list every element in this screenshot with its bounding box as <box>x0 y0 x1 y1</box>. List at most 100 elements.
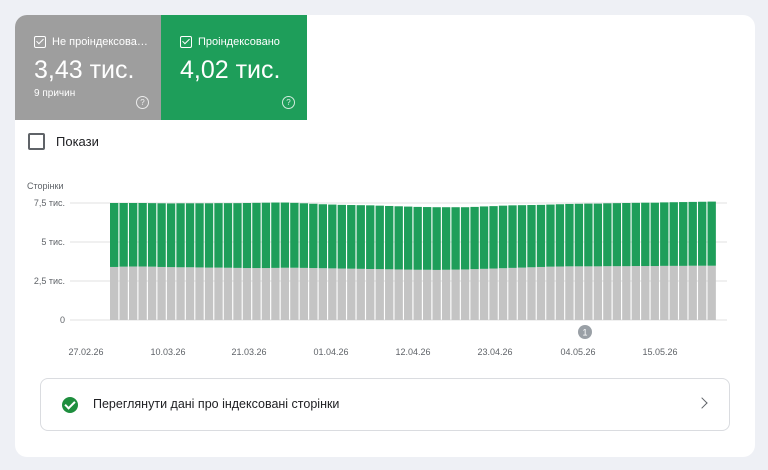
bar-not-indexed <box>422 269 432 320</box>
bar-not-indexed <box>214 267 223 320</box>
bar-indexed <box>271 202 280 268</box>
bar-indexed <box>223 203 233 268</box>
bar-not-indexed <box>698 265 707 320</box>
bar-indexed <box>508 205 517 268</box>
help-icon[interactable]: ? <box>282 96 295 109</box>
x-tick-label: 15.05.26 <box>642 347 677 357</box>
help-icon[interactable]: ? <box>136 96 149 109</box>
bar-not-indexed <box>404 269 413 320</box>
bar-indexed <box>688 201 697 266</box>
bar-not-indexed <box>612 266 622 320</box>
checkbox-checked-icon[interactable] <box>34 36 46 48</box>
indexed-value: 4,02 тис. <box>180 56 281 84</box>
bar-not-indexed <box>318 268 328 320</box>
view-indexed-pages-label: Переглянути дані про індексовані сторінк… <box>93 397 340 411</box>
checkbox-checked-icon[interactable] <box>180 36 192 48</box>
bar-not-indexed <box>508 267 517 320</box>
bar-not-indexed <box>328 268 337 320</box>
indexed-header: Проіндексовано <box>180 36 297 48</box>
bar-indexed <box>536 204 546 267</box>
checkbox-unchecked-icon[interactable] <box>28 133 45 150</box>
view-indexed-pages-link[interactable]: Переглянути дані про індексовані сторінк… <box>40 378 730 431</box>
impressions-label: Покази <box>56 134 99 149</box>
bar-indexed <box>176 203 185 268</box>
not-indexed-value: 3,43 тис. <box>34 56 135 84</box>
bar-indexed <box>584 203 593 267</box>
bar-not-indexed <box>110 266 119 320</box>
bar-not-indexed <box>517 267 527 320</box>
x-tick-label: 21.03.26 <box>231 347 266 357</box>
bar-not-indexed <box>223 267 233 320</box>
chevron-right-icon <box>696 397 708 409</box>
bar-not-indexed <box>441 269 451 320</box>
bar-indexed <box>593 203 603 267</box>
bar-indexed <box>546 204 555 267</box>
bar-indexed <box>422 207 432 270</box>
bar-indexed <box>261 202 271 269</box>
x-tick-label: 04.05.26 <box>560 347 595 357</box>
bar-not-indexed <box>479 268 489 320</box>
bar-not-indexed <box>271 267 280 320</box>
bar-indexed <box>299 203 309 268</box>
x-tick-label: 23.04.26 <box>477 347 512 357</box>
bar-indexed <box>214 203 223 268</box>
x-tick-label: 01.04.26 <box>313 347 348 357</box>
indexed-tile[interactable]: Проіндексовано 4,02 тис. ? <box>161 15 307 120</box>
bar-not-indexed <box>309 268 318 320</box>
bar-not-indexed <box>366 268 375 320</box>
bar-indexed <box>432 207 441 270</box>
x-tick-label: 27.02.26 <box>68 347 103 357</box>
bar-indexed <box>669 202 678 266</box>
not-indexed-header: Не проіндексова… <box>34 36 151 48</box>
bar-not-indexed <box>337 268 346 320</box>
bar-indexed <box>489 206 498 269</box>
bar-indexed <box>498 205 508 269</box>
bar-indexed <box>565 203 574 267</box>
bar-indexed <box>460 207 470 270</box>
not-indexed-tile[interactable]: Не проіндексова… 3,43 тис. 9 причин ? <box>15 15 161 120</box>
bar-indexed <box>527 205 536 268</box>
bar-indexed <box>612 203 622 267</box>
bar-indexed <box>157 203 166 267</box>
bar-not-indexed <box>261 268 271 320</box>
bar-not-indexed <box>603 266 612 320</box>
pages-chart: Сторінки 7,5 тис. 5 тис. 2,5 тис. 0 27.02.26 1… <box>27 181 727 357</box>
bar-not-indexed <box>157 266 166 320</box>
bar-not-indexed <box>185 267 195 320</box>
bar-not-indexed <box>356 268 365 320</box>
bar-indexed <box>660 202 669 266</box>
bar-indexed <box>555 204 565 267</box>
bar-not-indexed <box>546 266 555 320</box>
bar-not-indexed <box>290 267 299 320</box>
bar-indexed <box>413 206 422 270</box>
bar-not-indexed <box>195 267 204 320</box>
bar-not-indexed <box>432 269 441 320</box>
bar-indexed <box>631 202 640 267</box>
not-indexed-reasons: 9 причин <box>34 88 76 99</box>
y-tick-label: 7,5 тис. <box>34 198 65 208</box>
bar-not-indexed <box>498 268 508 320</box>
y-tick-label: 0 <box>60 315 65 325</box>
annotation-label: 1 <box>582 328 587 338</box>
bar-not-indexed <box>565 266 574 320</box>
bar-indexed <box>404 206 413 270</box>
bar-not-indexed <box>470 269 479 320</box>
y-tick-label: 2,5 тис. <box>34 276 65 286</box>
bar-indexed <box>309 203 318 269</box>
bar-not-indexed <box>527 267 536 320</box>
bar-not-indexed <box>489 268 498 320</box>
bar-indexed <box>451 207 460 270</box>
bar-not-indexed <box>574 266 584 320</box>
bar-not-indexed <box>233 267 242 320</box>
impressions-toggle[interactable]: Покази <box>28 133 99 150</box>
bar-indexed <box>470 206 479 270</box>
bar-not-indexed <box>138 266 147 320</box>
bar-indexed <box>385 205 394 270</box>
bar-indexed <box>603 203 612 267</box>
bar-indexed <box>195 203 204 268</box>
bar-indexed <box>622 203 631 267</box>
index-coverage-card: Не проіндексова… 3,43 тис. 9 причин ? Пр… <box>15 15 755 457</box>
bar-indexed <box>318 204 328 269</box>
y-axis-title: Сторінки <box>27 181 63 191</box>
bar-indexed <box>328 204 337 269</box>
